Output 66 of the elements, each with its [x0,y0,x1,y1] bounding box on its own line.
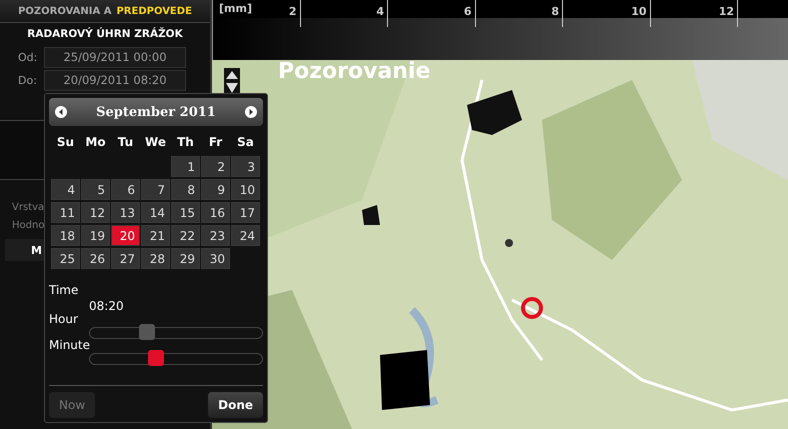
day-cell[interactable]: 26 [81,248,110,269]
day-cell[interactable]: 17 [231,202,260,223]
legend-tick: 6 [388,0,476,27]
weekday-label: Mo [84,134,107,151]
map-title: Pozorovanie [278,60,430,86]
day-cell[interactable]: 15 [171,202,200,223]
weekday-label: Th [176,134,195,151]
legend-tick: 4 [300,0,388,27]
legend-unit: [mm] [219,2,252,15]
day-cell[interactable]: 4 [51,179,80,200]
weekday-label: Su [56,134,76,151]
day-cell[interactable]: 24 [231,225,260,246]
legend-tick: 12 [650,0,738,27]
month-title: September 2011 [96,104,216,120]
row-label: Vrstva [12,202,44,213]
time-value: 08:20 [89,299,125,313]
day-cell[interactable]: 6 [111,179,140,200]
slider-label: Minute [49,339,91,352]
slider-thumb[interactable] [139,324,156,340]
day-cell[interactable]: 27 [111,248,140,269]
date-field[interactable]: 20/09/2011 08:20 [44,70,186,91]
day-cell[interactable]: 8 [171,179,200,200]
panel-title: RADAROVÝ ÚHRN ZRÁŽOK [26,26,184,42]
day-cell[interactable]: 30 [201,248,230,269]
dialog-button[interactable]: Done [208,392,263,418]
day-cell[interactable]: 22 [171,225,200,246]
slider-track[interactable] [89,353,263,365]
day-cell[interactable]: 2 [201,156,230,177]
day-cell[interactable]: 20 [111,225,140,246]
legend-tick: 8 [476,0,563,27]
time-label: Time [49,283,80,297]
header-text: POZOROVANIA A [18,6,112,16]
slider-label: Hour [49,313,79,326]
day-cell[interactable]: 13 [111,202,140,223]
day-cell[interactable]: 21 [141,225,170,246]
day-cell[interactable]: 19 [81,225,110,246]
day-cell[interactable]: 1 [171,156,200,177]
slider-track[interactable] [89,327,263,339]
day-cell[interactable]: 7 [141,179,170,200]
date-field[interactable]: 25/09/2011 00:00 [44,47,186,68]
day-cell[interactable]: 18 [51,225,80,246]
field-label: Od: [18,51,38,64]
row-label: Hodno [12,220,44,231]
day-cell[interactable]: 5 [81,179,110,200]
previous-month-icon[interactable] [55,106,67,118]
header-highlight: PREDPOVEDE [116,6,192,16]
legend-tick: 10 [563,0,650,27]
weekday-label: Sa [236,134,255,151]
day-cell[interactable]: 25 [51,248,80,269]
day-cell[interactable]: 23 [201,225,230,246]
weekday-label: Tu [116,134,134,151]
day-cell[interactable]: 12 [81,202,110,223]
day-cell[interactable]: 29 [171,248,200,269]
day-cell[interactable]: 10 [231,179,260,200]
day-cell[interactable]: 16 [201,202,230,223]
bar-label[interactable]: M [31,244,44,256]
slider-thumb[interactable] [148,350,164,366]
day-cell[interactable]: 9 [201,179,230,200]
weekday-label: We [144,134,167,151]
day-cell[interactable]: 3 [231,156,260,177]
next-month-icon[interactable] [244,106,257,118]
day-cell[interactable]: 11 [51,202,80,223]
day-cell[interactable]: 28 [141,248,170,269]
field-label: Do: [18,74,38,87]
weekday-label: Fr [208,134,224,151]
day-cell[interactable]: 14 [141,202,170,223]
